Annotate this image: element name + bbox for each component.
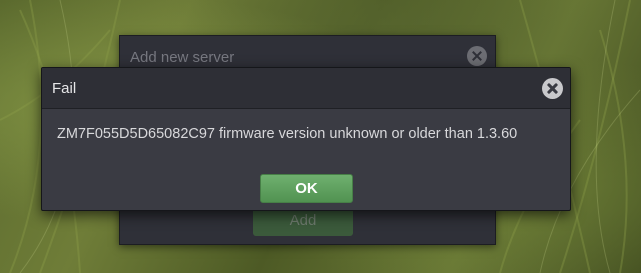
close-icon[interactable] [467,46,487,66]
error-message: ZM7F055D5D65082C97 firmware version unkn… [57,126,518,142]
close-icon[interactable] [542,78,563,99]
ok-button[interactable]: OK [260,174,353,203]
fail-dialog: Fail ZM7F055D5D65082C97 firmware version… [41,67,571,211]
dialog-title-bar: Fail [42,68,570,109]
dialog-title: Fail [52,80,77,97]
add-server-title: Add new server [130,49,235,66]
